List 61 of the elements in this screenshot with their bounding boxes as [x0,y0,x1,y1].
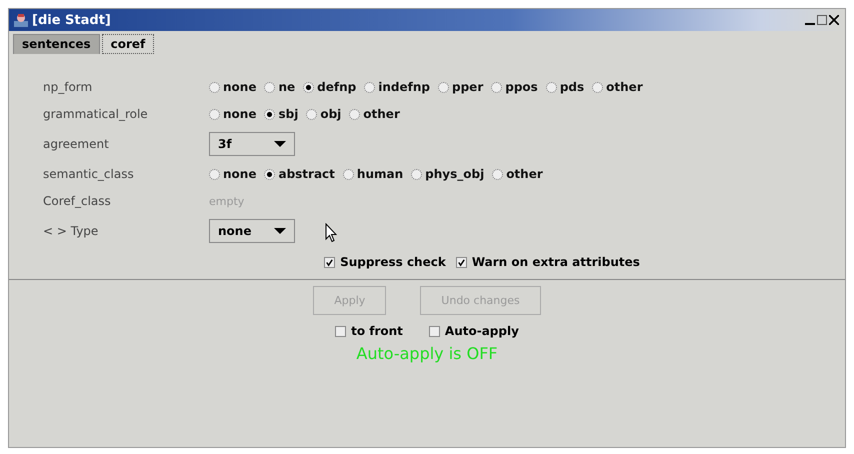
caret-icon [274,141,286,147]
option-label: pds [560,80,584,94]
radio-button[interactable] [306,108,318,120]
radio-button[interactable] [264,108,276,120]
option-label: ppos [505,80,538,94]
dropdown[interactable]: 3f [209,132,295,156]
option-label: none [223,107,256,121]
option-label: other [363,107,400,121]
field-label: semantic_class [43,167,135,181]
field-label: Coref_class [43,194,112,208]
radio-button[interactable] [592,82,604,92]
radio-button[interactable] [491,82,502,92]
dropdown[interactable]: none [209,219,295,243]
cursor-icon [325,223,337,243]
radio-button[interactable] [209,108,220,120]
option-label: defnp [317,80,356,94]
option-label: human [356,167,404,181]
checkbox-label: to front [351,324,403,338]
radio-button[interactable] [438,82,449,92]
radio-button[interactable] [546,82,557,92]
checkbox[interactable] [428,326,440,336]
tab[interactable]: coref [102,34,154,54]
option-label: none [223,80,256,94]
option-label: ne [278,80,296,94]
checkbox[interactable] [456,256,467,268]
tab[interactable]: sentences [13,34,100,54]
option-label: sbj [278,107,298,121]
checkbox[interactable] [324,256,336,268]
maximize-icon[interactable] [817,15,827,25]
close-icon[interactable] [829,15,839,25]
option-label: obj [320,107,342,121]
radio-button[interactable] [364,82,376,92]
option-label: none [223,167,256,181]
radio-button[interactable] [492,168,504,180]
checkbox-label: Suppress check [340,255,446,269]
option-label: abstract [278,167,335,181]
radio-button[interactable] [264,168,276,180]
option-label: indefnp [378,80,430,94]
radio-button[interactable] [342,168,354,180]
field-label: < > Type [43,224,100,238]
app-icon [13,12,29,28]
checkbox-label: Warn on extra attributes [472,255,640,269]
option-label: other [606,80,643,94]
option-label: other [506,167,543,181]
window-title: [die Stadt] [32,12,112,28]
field-label: grammatical_role [43,107,149,121]
field-value: empty [209,194,244,208]
option-label: phys_obj [425,167,484,181]
radio-button[interactable] [349,108,360,120]
radio-button[interactable] [303,82,314,92]
checkbox-label: Auto-apply [444,324,519,338]
caret-icon [274,228,286,234]
field-label: agreement [43,137,110,151]
status-text: Auto-apply is OFF [355,344,499,363]
radio-button[interactable] [264,82,276,92]
option-label: pper [452,80,484,94]
field-label: np_form [43,80,94,94]
radio-button[interactable] [209,82,220,92]
radio-button[interactable] [209,168,220,180]
radio-button[interactable] [411,168,422,180]
checkbox[interactable] [335,326,346,336]
